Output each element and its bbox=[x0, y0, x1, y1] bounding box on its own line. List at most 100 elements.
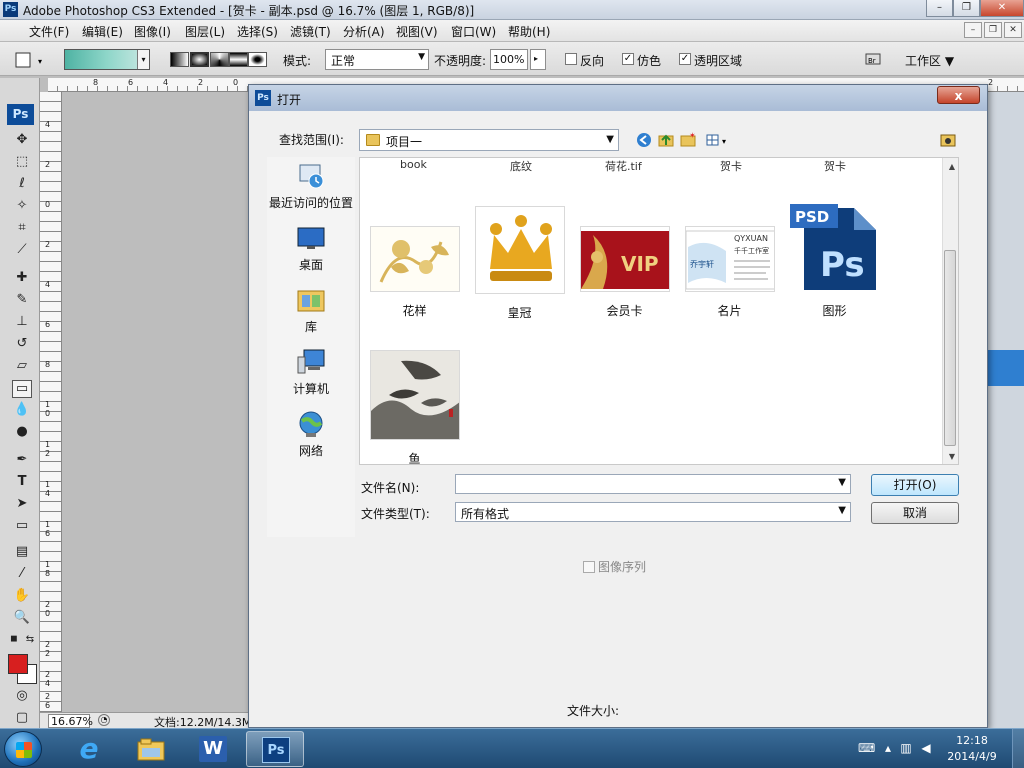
marquee-tool-icon[interactable]: ⬚ bbox=[12, 154, 32, 172]
menu-help[interactable]: 帮助(H) bbox=[508, 23, 550, 40]
opacity-slider-button[interactable]: ▸ bbox=[530, 49, 546, 70]
gradient-tool-active-icon[interactable]: ▭ bbox=[12, 380, 32, 398]
gradient-picker[interactable]: ▾ bbox=[64, 49, 150, 70]
file-item-psd[interactable]: PSD Ps 图形 bbox=[782, 204, 887, 319]
dither-checkbox[interactable]: ✓ bbox=[622, 53, 634, 65]
volume-icon[interactable]: ◀ bbox=[918, 741, 934, 755]
move-tool-icon[interactable]: ✥ bbox=[12, 132, 32, 150]
scroll-down-icon[interactable]: ▼ bbox=[949, 452, 955, 461]
place-desktop[interactable]: 桌面 bbox=[267, 223, 355, 273]
show-hidden-icons-icon[interactable]: ▴ bbox=[880, 741, 896, 755]
shape-tool-icon[interactable]: ▭ bbox=[12, 518, 32, 536]
healing-brush-tool-icon[interactable]: ✚ bbox=[12, 270, 32, 288]
menu-filter[interactable]: 滤镜(T) bbox=[290, 23, 331, 40]
swap-colors-icon[interactable]: ⇆ bbox=[24, 634, 36, 652]
diamond-gradient-button[interactable] bbox=[248, 52, 267, 67]
taskbar-word-button[interactable]: W bbox=[184, 731, 242, 767]
screen-mode-icon[interactable]: ▢ bbox=[12, 710, 32, 728]
opacity-input[interactable]: 100% bbox=[490, 49, 528, 70]
taskbar-photoshop-button[interactable]: Ps bbox=[246, 731, 304, 767]
tool-preset-picker[interactable]: ▾ bbox=[8, 51, 48, 69]
place-libraries[interactable]: 库 bbox=[267, 285, 355, 335]
network-status-icon[interactable]: ▥ bbox=[898, 741, 914, 755]
file-list-scrollbar[interactable]: ▲ ▼ bbox=[942, 158, 958, 464]
close-button[interactable]: ✕ bbox=[980, 0, 1024, 17]
file-item-vip-card[interactable]: VIP 会员卡 bbox=[572, 226, 677, 319]
angle-gradient-button[interactable] bbox=[210, 52, 229, 67]
menu-view[interactable]: 视图(V) bbox=[396, 23, 438, 40]
filetype-select[interactable]: 所有格式 ▼ bbox=[455, 502, 851, 522]
dialog-close-button[interactable]: x bbox=[937, 86, 980, 104]
gradient-dropdown-icon[interactable]: ▾ bbox=[137, 50, 149, 69]
slice-tool-icon[interactable]: ⟋ bbox=[12, 242, 32, 260]
eyedropper-tool-icon[interactable]: ⁄ bbox=[12, 566, 32, 584]
lasso-tool-icon[interactable]: ℓ bbox=[12, 176, 32, 194]
start-button[interactable] bbox=[4, 731, 42, 767]
default-colors-icon[interactable]: ◼ bbox=[8, 634, 20, 652]
doc-minimize-button[interactable]: – bbox=[964, 22, 982, 38]
file-item-crown[interactable]: 皇冠 bbox=[467, 206, 572, 321]
reverse-checkbox[interactable] bbox=[565, 53, 577, 65]
notes-tool-icon[interactable]: ▤ bbox=[12, 544, 32, 562]
keyboard-icon[interactable]: ⌨ bbox=[858, 741, 875, 755]
doc-restore-button[interactable]: ❐ bbox=[984, 22, 1002, 38]
mode-select[interactable]: 正常 ▼ bbox=[325, 49, 429, 70]
file-item-pattern[interactable]: 花样 bbox=[362, 226, 467, 319]
transparency-checkbox[interactable]: ✓ bbox=[679, 53, 691, 65]
new-folder-icon[interactable]: ✶ bbox=[679, 131, 697, 149]
menu-file[interactable]: 文件(F) bbox=[29, 23, 69, 40]
hand-tool-icon[interactable]: ✋ bbox=[12, 588, 32, 606]
open-button[interactable]: 打开(O) bbox=[871, 474, 959, 496]
menu-select[interactable]: 选择(S) bbox=[237, 23, 278, 40]
menu-analysis[interactable]: 分析(A) bbox=[343, 23, 385, 40]
up-folder-icon[interactable] bbox=[657, 131, 675, 149]
clone-stamp-tool-icon[interactable]: ⊥ bbox=[12, 314, 32, 332]
history-brush-tool-icon[interactable]: ↺ bbox=[12, 336, 32, 354]
dodge-tool-icon[interactable]: ● bbox=[12, 424, 32, 442]
zoom-tool-icon[interactable]: 🔍 bbox=[12, 610, 32, 628]
zoom-level-input[interactable]: 16.67% bbox=[48, 714, 93, 728]
workspace-menu[interactable]: 工作区 ▼ bbox=[905, 52, 954, 69]
pen-tool-icon[interactable]: ✒ bbox=[12, 452, 32, 470]
file-item-business-card[interactable]: 乔宇轩 QYXUAN 千千工作室 名片 bbox=[677, 226, 782, 319]
selected-panel-strip[interactable] bbox=[988, 350, 1024, 386]
show-desktop-button[interactable] bbox=[1012, 729, 1024, 768]
filename-input[interactable]: ▼ bbox=[455, 474, 851, 494]
menu-window[interactable]: 窗口(W) bbox=[451, 23, 496, 40]
place-recent[interactable]: 最近访问的位置 bbox=[267, 161, 355, 211]
foreground-color-swatch[interactable] bbox=[8, 654, 28, 674]
crop-tool-icon[interactable]: ⌗ bbox=[12, 220, 32, 238]
path-selection-tool-icon[interactable]: ➤ bbox=[12, 496, 32, 514]
file-list-view[interactable]: book 底纹 荷花.tif 贺卡 贺卡 花样 皇冠 VIP 会员卡 乔宇轩 Q… bbox=[359, 157, 959, 467]
blur-tool-icon[interactable]: 💧 bbox=[12, 402, 32, 420]
place-network[interactable]: 网络 bbox=[267, 409, 355, 459]
radial-gradient-button[interactable] bbox=[190, 52, 209, 67]
quick-mask-icon[interactable]: ◎ bbox=[12, 688, 32, 706]
cancel-button[interactable]: 取消 bbox=[871, 502, 959, 524]
chevron-down-icon[interactable]: ▼ bbox=[838, 477, 846, 488]
linear-gradient-button[interactable] bbox=[170, 52, 189, 67]
scrollbar-thumb[interactable] bbox=[944, 250, 956, 446]
doc-close-button[interactable]: ✕ bbox=[1004, 22, 1022, 38]
image-sequence-checkbox[interactable] bbox=[583, 561, 595, 573]
back-icon[interactable] bbox=[635, 131, 653, 149]
reflected-gradient-button[interactable] bbox=[229, 52, 248, 67]
menu-layer[interactable]: 图层(L) bbox=[185, 23, 225, 40]
system-clock[interactable]: 12:18 2014/4/9 bbox=[944, 733, 1000, 765]
file-item-fish[interactable]: 鱼 bbox=[362, 350, 467, 467]
maximize-button[interactable]: ❐ bbox=[953, 0, 980, 17]
menu-edit[interactable]: 编辑(E) bbox=[82, 23, 123, 40]
brush-tool-icon[interactable]: ✎ bbox=[12, 292, 32, 310]
status-menu-icon[interactable]: ◔ bbox=[98, 714, 110, 726]
place-computer[interactable]: 计算机 bbox=[267, 347, 355, 397]
scroll-up-icon[interactable]: ▲ bbox=[949, 162, 955, 171]
magic-wand-tool-icon[interactable]: ✧ bbox=[12, 198, 32, 216]
look-in-dropdown[interactable]: 项目一 ▼ bbox=[359, 129, 619, 151]
bridge-icon[interactable]: Br bbox=[864, 50, 886, 68]
bridge-folder-icon[interactable] bbox=[939, 131, 957, 149]
eraser-tool-icon[interactable]: ▱ bbox=[12, 358, 32, 376]
menu-image[interactable]: 图像(I) bbox=[134, 23, 171, 40]
taskbar-ie-button[interactable]: e bbox=[60, 731, 118, 767]
canvas-pasteboard[interactable] bbox=[62, 92, 248, 712]
minimize-button[interactable]: – bbox=[926, 0, 953, 17]
